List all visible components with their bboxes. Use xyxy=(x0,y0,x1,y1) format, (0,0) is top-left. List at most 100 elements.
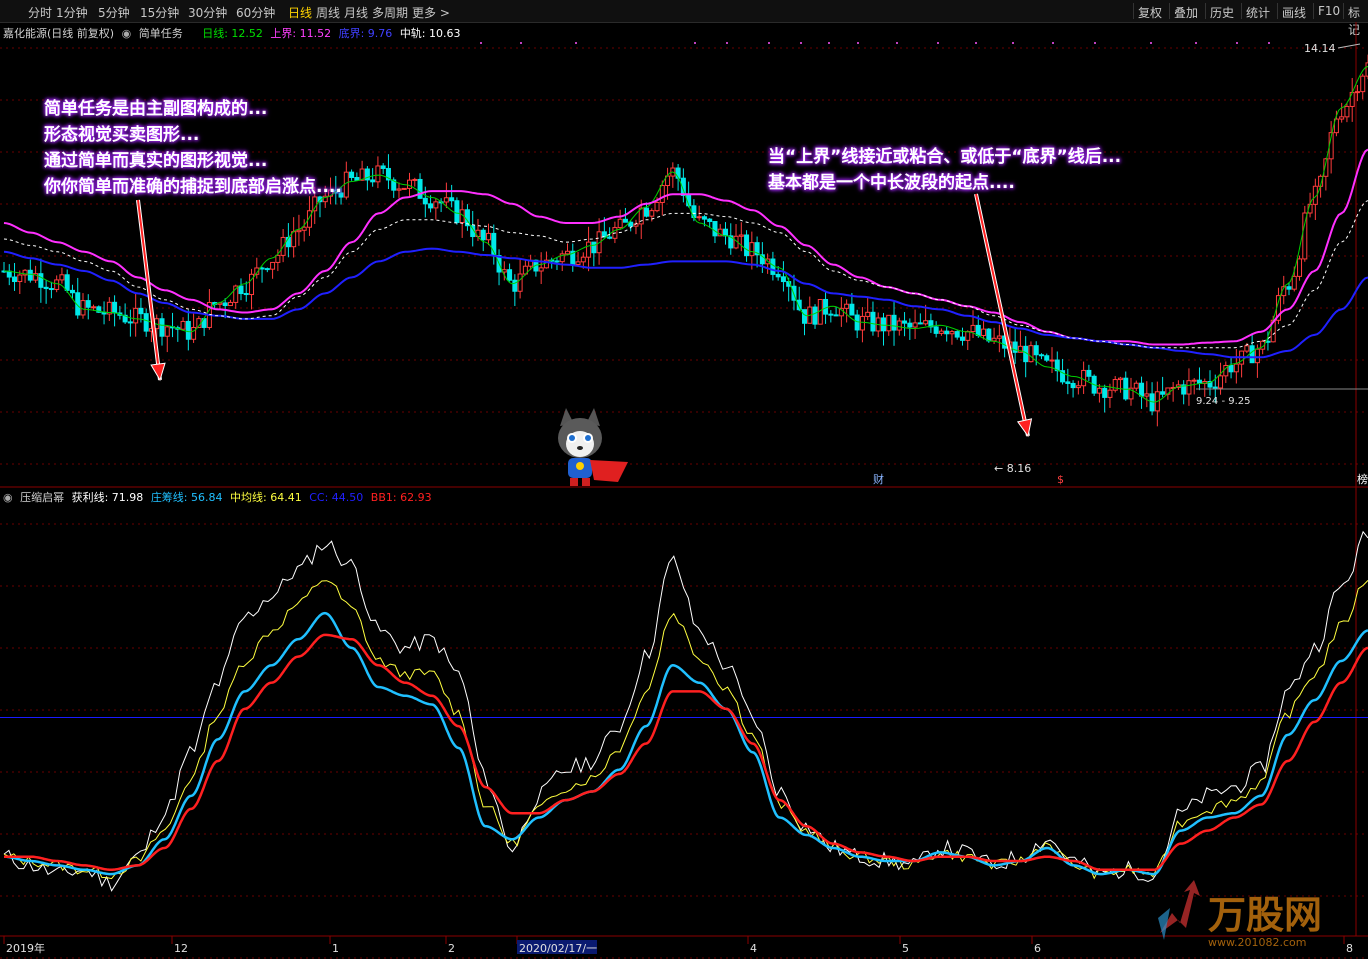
period-tab-0[interactable]: 分时 xyxy=(28,4,52,21)
mascot-boot xyxy=(570,478,578,486)
x-axis-label: 2019年 xyxy=(6,941,45,955)
candle-body xyxy=(1123,377,1129,400)
candle-body xyxy=(1186,380,1192,395)
toolbar-separator xyxy=(1169,3,1170,19)
toolbar-separator xyxy=(1343,3,1344,19)
candle-body xyxy=(1086,369,1092,377)
candle-body xyxy=(48,288,54,291)
toolbar-button-1[interactable]: 叠加 xyxy=(1174,4,1198,21)
candle-body xyxy=(1354,91,1360,94)
period-toolbar: 分时 1分钟 5分钟 15分钟 30分钟 60分钟 日线 周线 月线 多周期 更多 > 复权 叠加 历史统… xyxy=(0,0,1368,37)
candle-body xyxy=(1028,345,1034,363)
candle-body xyxy=(1144,393,1150,397)
candle-body xyxy=(133,307,139,324)
candle-body xyxy=(143,313,149,332)
candle-body xyxy=(1249,345,1255,364)
mascot-cape xyxy=(590,460,628,482)
dot-marker xyxy=(937,42,939,44)
candle-body xyxy=(1139,382,1145,397)
candle-body xyxy=(907,322,913,328)
candle-body xyxy=(301,226,307,231)
period-tab-4[interactable]: 30分钟 xyxy=(188,4,227,21)
period-tab-10[interactable]: 更多 > xyxy=(412,4,450,21)
candle-body xyxy=(659,185,665,203)
candle-body xyxy=(981,328,987,336)
candle-body xyxy=(644,207,650,217)
candle-body xyxy=(43,286,49,290)
candle-body xyxy=(1233,363,1239,373)
candle-body xyxy=(238,285,244,295)
period-tab-1[interactable]: 1分钟 xyxy=(56,4,88,21)
candle-body xyxy=(649,210,655,217)
dot-marker xyxy=(975,42,977,44)
left-annotation-line: 形态视觉买卖图形... xyxy=(44,125,200,145)
candle-body xyxy=(949,331,955,335)
toolbar-button-3[interactable]: 统计 xyxy=(1246,4,1270,21)
top-dot-markers xyxy=(480,42,1270,44)
dot-marker xyxy=(575,42,577,44)
period-tab-8[interactable]: 月线 xyxy=(344,4,368,21)
candle-body xyxy=(554,260,560,263)
toolbar-button-5[interactable]: F10 xyxy=(1318,4,1340,18)
candle-body xyxy=(64,274,70,291)
candle-body xyxy=(854,314,860,331)
candle-body xyxy=(354,177,360,181)
toolbar-button-0[interactable]: 复权 xyxy=(1138,4,1162,21)
candle-body xyxy=(986,328,992,342)
dot-marker xyxy=(828,42,830,44)
candle-body xyxy=(775,273,781,278)
dot-marker xyxy=(1150,42,1152,44)
candle-body xyxy=(1160,391,1166,395)
candle-body xyxy=(396,188,402,191)
dot-marker xyxy=(694,42,696,44)
candle-body xyxy=(1033,345,1039,356)
candle-body xyxy=(349,171,355,179)
candle-body xyxy=(38,273,44,288)
candle-body xyxy=(1344,105,1350,118)
period-tab-7[interactable]: 周线 xyxy=(316,4,340,21)
candle-body xyxy=(1244,345,1250,352)
candle-body xyxy=(902,320,908,324)
period-tab-9[interactable]: 多周期 xyxy=(372,4,408,21)
candle-body xyxy=(270,261,276,270)
candle-body xyxy=(1302,212,1308,260)
mascot-nose xyxy=(577,446,583,450)
candle-body xyxy=(880,317,886,332)
candle-body xyxy=(701,216,707,220)
finance-marker: 财 xyxy=(873,472,884,486)
candle-body xyxy=(712,221,718,237)
dot-marker xyxy=(726,42,728,44)
period-tab-2[interactable]: 5分钟 xyxy=(98,4,130,21)
candle-body xyxy=(886,314,892,332)
period-tab-3[interactable]: 15分钟 xyxy=(140,4,179,21)
candle-body xyxy=(91,306,97,309)
candle-body xyxy=(975,324,981,336)
candle-body xyxy=(433,201,439,209)
candle-body xyxy=(696,216,702,219)
candle-body xyxy=(770,258,776,275)
period-tab-6[interactable]: 日线 xyxy=(288,4,312,21)
candle-body xyxy=(896,320,902,331)
candle-body xyxy=(69,289,75,294)
period-tab-5[interactable]: 60分钟 xyxy=(236,4,275,21)
toolbar-button-2[interactable]: 历史 xyxy=(1210,4,1234,21)
high-pointer xyxy=(1337,43,1361,49)
candle-body xyxy=(844,303,850,309)
mascot-boot xyxy=(582,478,590,486)
candle-body xyxy=(512,279,518,292)
candle-body xyxy=(1133,382,1139,389)
candle-body xyxy=(1254,348,1260,364)
candle-body xyxy=(1096,387,1102,394)
toolbar-button-4[interactable]: 画线 xyxy=(1282,4,1306,21)
left-annotation-line: 简单任务是由主副图构成的... xyxy=(44,99,268,119)
candle-body xyxy=(80,300,86,316)
x-axis-label: 12 xyxy=(174,942,188,955)
dot-marker xyxy=(1268,42,1270,44)
candle-body xyxy=(1339,116,1345,120)
candle-body xyxy=(191,327,197,340)
watermark-text: 万股网 xyxy=(1208,893,1322,937)
candle-body xyxy=(738,234,744,237)
dot-marker xyxy=(1094,42,1096,44)
dot-marker xyxy=(800,42,802,44)
candle-body xyxy=(944,330,950,335)
